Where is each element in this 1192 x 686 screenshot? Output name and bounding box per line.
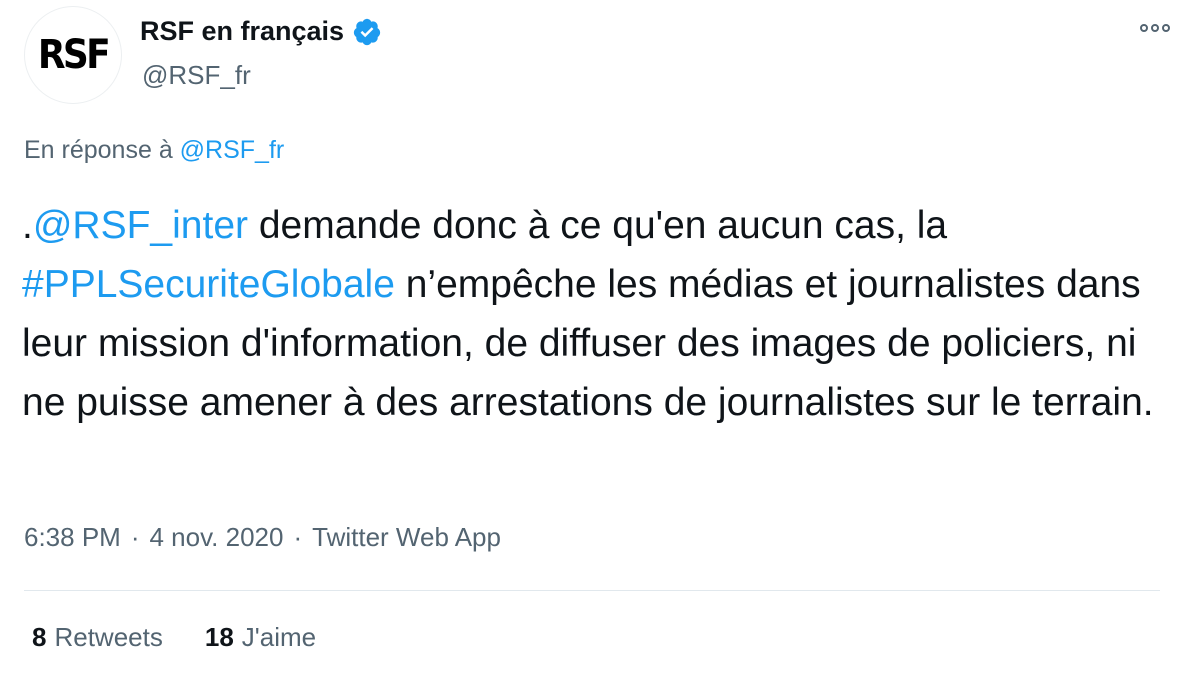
dot bbox=[1151, 24, 1159, 32]
separator: · bbox=[130, 522, 140, 552]
more-options-icon[interactable] bbox=[1136, 20, 1174, 36]
reply-context: En réponse à @RSF_fr bbox=[24, 136, 284, 165]
author-handle[interactable]: @RSF_fr bbox=[142, 60, 251, 91]
likes-stat[interactable]: 18 J'aime bbox=[205, 622, 316, 653]
tweet-time[interactable]: 6:38 PM bbox=[24, 522, 121, 553]
rsf-logo: RSF bbox=[37, 32, 111, 78]
retweets-stat[interactable]: 8 Retweets bbox=[32, 622, 163, 653]
text-segment: demande donc à ce qu'en aucun cas, la bbox=[248, 204, 948, 247]
retweets-label: Retweets bbox=[54, 622, 163, 652]
likes-count: 18 bbox=[204, 622, 234, 652]
retweets-count: 8 bbox=[32, 622, 47, 652]
dot bbox=[1162, 24, 1170, 32]
reply-handle-link[interactable]: @RSF_fr bbox=[180, 136, 285, 164]
author-name-row: RSF en français bbox=[140, 16, 382, 47]
tweet-text: .@RSF_inter demande donc à ce qu'en aucu… bbox=[22, 196, 1172, 432]
tweet-card: RSF RSF en français @RSF_fr En réponse à… bbox=[0, 0, 1192, 686]
tweet-source[interactable]: Twitter Web App bbox=[312, 522, 501, 553]
display-name[interactable]: RSF en français bbox=[140, 16, 344, 47]
avatar[interactable]: RSF bbox=[24, 6, 122, 104]
separator: · bbox=[293, 522, 303, 552]
mention-link[interactable]: @RSF_inter bbox=[33, 204, 248, 247]
tweet-metadata: 6:38 PM · 4 nov. 2020 · Twitter Web App bbox=[24, 522, 501, 553]
reply-prefix: En réponse à bbox=[24, 136, 173, 164]
engagement-stats: 8 Retweets 18 J'aime bbox=[32, 622, 316, 653]
hashtag-link[interactable]: #PPLSecuriteGlobale bbox=[22, 263, 395, 306]
divider bbox=[24, 590, 1160, 591]
likes-label: J'aime bbox=[241, 622, 317, 652]
verified-badge-icon bbox=[353, 18, 381, 45]
tweet-date[interactable]: 4 nov. 2020 bbox=[150, 522, 284, 553]
dot bbox=[1140, 24, 1148, 32]
text-segment: . bbox=[22, 204, 33, 247]
